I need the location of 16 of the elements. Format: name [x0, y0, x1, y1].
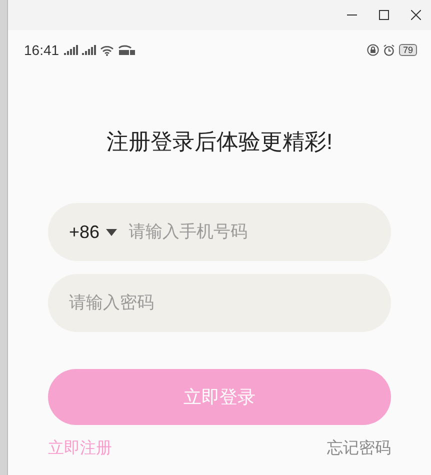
phone-field[interactable]: +86 请输入手机号码 — [48, 203, 391, 261]
close-icon[interactable] — [411, 10, 421, 20]
maximize-icon[interactable] — [379, 10, 389, 20]
caret-icon — [106, 228, 117, 236]
signal-icon — [64, 44, 78, 56]
forgot-password-link[interactable]: 忘记密码 — [327, 437, 391, 461]
country-code-selector[interactable]: +86 — [69, 218, 117, 246]
lock-rotation-icon — [366, 44, 379, 56]
page-title: 注册登录后体验更精彩! — [105, 128, 334, 156]
password-field[interactable]: 请输入密码 — [48, 274, 391, 332]
register-link[interactable]: 立即注册 — [48, 437, 112, 461]
status-time: 16:41 — [24, 40, 60, 60]
wifi-icon — [100, 44, 114, 56]
battery-indicator: 79 — [398, 44, 417, 56]
signal-icon — [82, 44, 96, 56]
alarm-icon — [382, 44, 395, 56]
